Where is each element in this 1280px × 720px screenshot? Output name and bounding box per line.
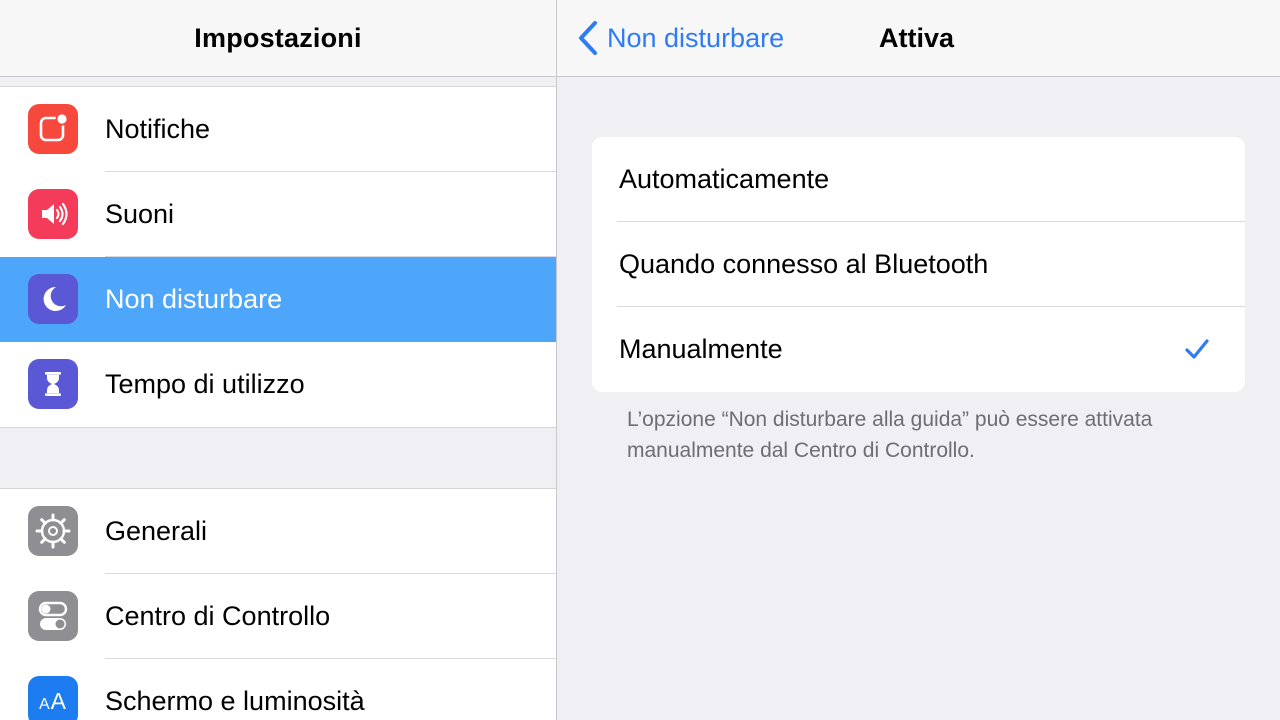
chevron-left-icon (579, 21, 597, 55)
sidebar-item-tempo-di-utilizzo[interactable]: Tempo di utilizzo (0, 342, 556, 427)
option-label: Automaticamente (619, 164, 830, 194)
gear-icon (28, 506, 78, 556)
sidebar-title: Impostazioni (194, 22, 362, 53)
text-size-icon-glyph: AA (38, 687, 67, 714)
option-manualmente[interactable]: Manualmente (592, 307, 1245, 392)
sidebar-item-notifiche[interactable]: Notifiche (0, 87, 556, 172)
sidebar-item-label: Suoni (105, 199, 175, 229)
sidebar-item-non-disturbare[interactable]: Non disturbare (0, 257, 556, 342)
sidebar-item-label: Schermo e luminosità (105, 686, 365, 716)
hourglass-icon (28, 359, 78, 409)
settings-group-1: Notifiche Suoni Non disturbare Tempo di … (0, 86, 556, 428)
option-quando-connesso-bluetooth[interactable]: Quando connesso al Bluetooth (592, 222, 1245, 307)
sidebar-item-label: Non disturbare (105, 284, 283, 314)
notifications-icon (28, 104, 78, 154)
detail-navigation-bar: Non disturbare Attiva (557, 0, 1280, 77)
sidebar-item-label: Centro di Controllo (105, 601, 331, 631)
option-label: Manualmente (619, 334, 783, 364)
sidebar-item-schermo-e-luminosita[interactable]: AA Schermo e luminosità (0, 659, 556, 720)
sidebar-item-centro-di-controllo[interactable]: Centro di Controllo (0, 574, 556, 659)
text-size-icon: AA (28, 676, 78, 720)
toggles-icon (28, 591, 78, 641)
option-automaticamente[interactable]: Automaticamente (592, 137, 1245, 222)
page-title: Attiva (879, 23, 955, 53)
option-label: Quando connesso al Bluetooth (619, 249, 989, 279)
sidebar-item-label: Tempo di utilizzo (105, 369, 305, 399)
sidebar-item-generali[interactable]: Generali (0, 489, 556, 574)
sidebar-item-label: Generali (105, 516, 208, 546)
sidebar-item-suoni[interactable]: Suoni (0, 172, 556, 257)
checkmark-icon (1185, 339, 1209, 359)
activation-options-list: Automaticamente Quando connesso al Bluet… (592, 137, 1245, 392)
detail-pane: Non disturbare Attiva Automaticamente Qu… (557, 0, 1280, 720)
settings-group-2: Generali Centro di Controllo AA Schermo … (0, 488, 556, 720)
back-button-label: Non disturbare (607, 22, 785, 53)
moon-icon (28, 274, 78, 324)
settings-sidebar: Impostazioni Notifiche Suoni Non disturb… (0, 0, 557, 720)
back-button[interactable]: Non disturbare (577, 0, 784, 76)
footer-note: L’opzione “Non disturbare alla guida” pu… (627, 408, 1153, 462)
speaker-icon (28, 189, 78, 239)
sidebar-header: Impostazioni (0, 0, 556, 77)
sidebar-item-label: Notifiche (105, 114, 211, 144)
